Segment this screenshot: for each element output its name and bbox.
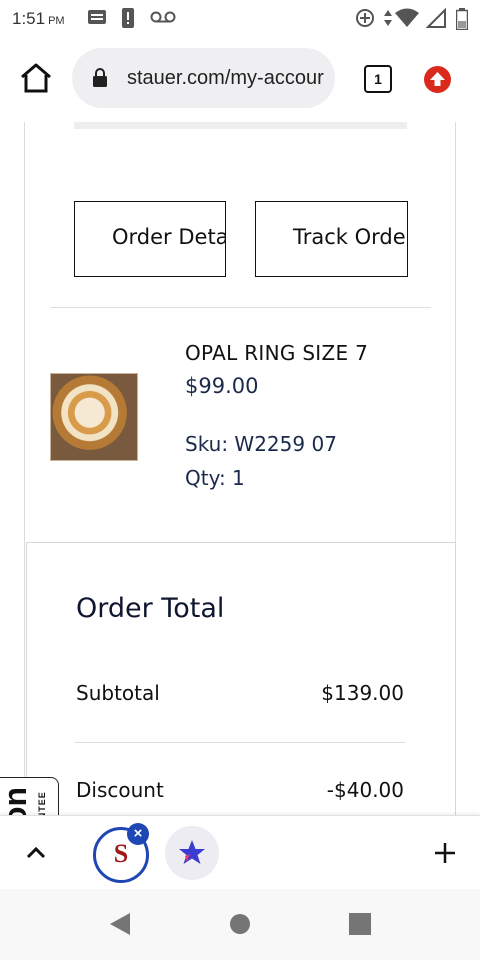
top-strip <box>74 122 407 129</box>
battery-icon <box>456 8 468 30</box>
close-icon[interactable]: × <box>127 823 149 845</box>
plus-icon[interactable] <box>432 840 458 866</box>
track-order-button[interactable]: Track Order <box>255 201 408 277</box>
notification-icon <box>88 10 106 24</box>
order-details-label: Order Details <box>112 225 225 249</box>
home-circle-icon[interactable] <box>229 913 251 935</box>
tabs-icon[interactable]: 1 <box>364 65 392 93</box>
guarantee-badge[interactable]: on ANTEE <box>0 777 59 815</box>
voicemail-icon <box>150 11 176 23</box>
product-price: $99.00 <box>185 374 259 398</box>
tab-count: 1 <box>374 71 382 87</box>
status-time: 1:51 PM <box>12 9 65 28</box>
discount-label: Discount <box>76 778 164 802</box>
back-icon[interactable] <box>108 911 132 937</box>
system-nav-bar <box>0 889 480 960</box>
chevron-up-icon[interactable] <box>22 842 50 862</box>
badge-small-text: ANTEE <box>36 791 47 815</box>
address-bar[interactable]: stauer.com/my-accour <box>72 48 335 108</box>
product-sku: Sku: W2259 07 <box>185 432 337 456</box>
order-details-button[interactable]: Order Details <box>74 201 226 277</box>
subtotal-label: Subtotal <box>76 681 160 705</box>
row-divider <box>75 742 405 743</box>
order-total-heading: Order Total <box>76 593 225 624</box>
browser-toolbar: stauer.com/my-accour 1 <box>0 36 480 123</box>
status-bar: 1:51 PM <box>0 0 480 36</box>
subtotal-value: $139.00 <box>321 681 404 705</box>
up-arrow-icon <box>430 72 445 86</box>
wifi-icon <box>395 8 419 27</box>
signal-icon <box>426 8 446 28</box>
data-arrows-icon <box>384 10 392 26</box>
page-content: Order Details Track Order OPAL RING SIZE… <box>0 122 480 815</box>
order-total-box <box>26 542 456 815</box>
recents-icon[interactable] <box>348 912 372 936</box>
star-extension-icon <box>179 840 205 864</box>
content-border-left <box>24 122 25 815</box>
track-order-label: Track Order <box>293 225 408 249</box>
divider <box>50 307 431 308</box>
product-title[interactable]: OPAL RING SIZE 7 <box>185 341 368 365</box>
upgrade-icon[interactable] <box>424 66 451 93</box>
home-icon[interactable] <box>18 60 54 96</box>
url-text: stauer.com/my-accour <box>127 67 324 89</box>
product-image[interactable] <box>50 373 138 461</box>
extension-bar: S × <box>0 815 480 890</box>
badge-big-text: on <box>0 786 34 815</box>
product-qty: Qty: 1 <box>185 466 245 490</box>
star-extension-button[interactable] <box>165 826 219 880</box>
lock-icon <box>93 68 107 87</box>
data-saver-icon <box>356 9 374 27</box>
discount-value: -$40.00 <box>326 778 404 802</box>
alert-icon <box>122 8 134 28</box>
